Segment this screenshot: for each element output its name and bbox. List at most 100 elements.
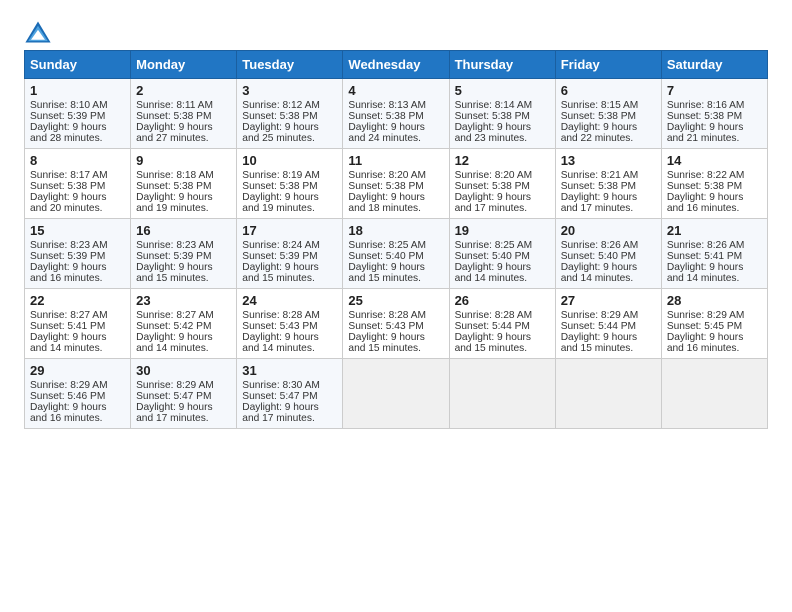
sunrise-text: Sunrise: 8:20 AM bbox=[455, 170, 533, 181]
sunset-text: Sunset: 5:38 PM bbox=[561, 111, 636, 122]
calendar-week-row: 29 Sunrise: 8:29 AM Sunset: 5:46 PM Dayl… bbox=[25, 359, 768, 429]
day-number: 10 bbox=[242, 153, 337, 168]
sunset-text: Sunset: 5:41 PM bbox=[30, 321, 105, 332]
day-number: 24 bbox=[242, 293, 337, 308]
day-number: 14 bbox=[667, 153, 762, 168]
day-number: 21 bbox=[667, 223, 762, 238]
calendar-cell: 1 Sunrise: 8:10 AM Sunset: 5:39 PM Dayli… bbox=[25, 79, 131, 149]
calendar-cell: 16 Sunrise: 8:23 AM Sunset: 5:39 PM Dayl… bbox=[131, 219, 237, 289]
sunrise-text: Sunrise: 8:25 AM bbox=[455, 240, 533, 251]
header bbox=[24, 20, 768, 44]
day-number: 19 bbox=[455, 223, 550, 238]
daylight-text: Daylight: 9 hours and 14 minutes. bbox=[136, 332, 212, 354]
calendar-cell bbox=[661, 359, 767, 429]
day-number: 23 bbox=[136, 293, 231, 308]
daylight-text: Daylight: 9 hours and 17 minutes. bbox=[136, 402, 212, 424]
sunset-text: Sunset: 5:44 PM bbox=[561, 321, 636, 332]
day-number: 5 bbox=[455, 83, 550, 98]
day-number: 29 bbox=[30, 363, 125, 378]
daylight-text: Daylight: 9 hours and 25 minutes. bbox=[242, 122, 318, 144]
daylight-text: Daylight: 9 hours and 14 minutes. bbox=[30, 332, 106, 354]
daylight-text: Daylight: 9 hours and 14 minutes. bbox=[561, 262, 637, 284]
daylight-text: Daylight: 9 hours and 15 minutes. bbox=[242, 262, 318, 284]
calendar-cell: 21 Sunrise: 8:26 AM Sunset: 5:41 PM Dayl… bbox=[661, 219, 767, 289]
day-number: 26 bbox=[455, 293, 550, 308]
calendar-cell: 17 Sunrise: 8:24 AM Sunset: 5:39 PM Dayl… bbox=[237, 219, 343, 289]
sunset-text: Sunset: 5:39 PM bbox=[30, 251, 105, 262]
daylight-text: Daylight: 9 hours and 15 minutes. bbox=[136, 262, 212, 284]
calendar-cell: 5 Sunrise: 8:14 AM Sunset: 5:38 PM Dayli… bbox=[449, 79, 555, 149]
calendar-cell: 27 Sunrise: 8:29 AM Sunset: 5:44 PM Dayl… bbox=[555, 289, 661, 359]
sunrise-text: Sunrise: 8:15 AM bbox=[561, 100, 639, 111]
calendar-cell: 7 Sunrise: 8:16 AM Sunset: 5:38 PM Dayli… bbox=[661, 79, 767, 149]
sunrise-text: Sunrise: 8:23 AM bbox=[136, 240, 214, 251]
sunset-text: Sunset: 5:38 PM bbox=[348, 111, 423, 122]
sunrise-text: Sunrise: 8:21 AM bbox=[561, 170, 639, 181]
sunset-text: Sunset: 5:47 PM bbox=[242, 391, 317, 402]
day-number: 17 bbox=[242, 223, 337, 238]
sunrise-text: Sunrise: 8:28 AM bbox=[242, 310, 320, 321]
daylight-text: Daylight: 9 hours and 23 minutes. bbox=[455, 122, 531, 144]
calendar-cell: 18 Sunrise: 8:25 AM Sunset: 5:40 PM Dayl… bbox=[343, 219, 449, 289]
sunrise-text: Sunrise: 8:29 AM bbox=[561, 310, 639, 321]
calendar-cell: 24 Sunrise: 8:28 AM Sunset: 5:43 PM Dayl… bbox=[237, 289, 343, 359]
daylight-text: Daylight: 9 hours and 14 minutes. bbox=[242, 332, 318, 354]
sunrise-text: Sunrise: 8:13 AM bbox=[348, 100, 426, 111]
calendar-cell: 25 Sunrise: 8:28 AM Sunset: 5:43 PM Dayl… bbox=[343, 289, 449, 359]
daylight-text: Daylight: 9 hours and 15 minutes. bbox=[348, 332, 424, 354]
sunset-text: Sunset: 5:40 PM bbox=[348, 251, 423, 262]
sunrise-text: Sunrise: 8:12 AM bbox=[242, 100, 320, 111]
sunset-text: Sunset: 5:44 PM bbox=[455, 321, 530, 332]
calendar-week-row: 15 Sunrise: 8:23 AM Sunset: 5:39 PM Dayl… bbox=[25, 219, 768, 289]
sunrise-text: Sunrise: 8:29 AM bbox=[30, 380, 108, 391]
daylight-text: Daylight: 9 hours and 27 minutes. bbox=[136, 122, 212, 144]
calendar-day-header: Sunday bbox=[25, 51, 131, 79]
calendar-cell: 29 Sunrise: 8:29 AM Sunset: 5:46 PM Dayl… bbox=[25, 359, 131, 429]
day-number: 20 bbox=[561, 223, 656, 238]
calendar-cell: 12 Sunrise: 8:20 AM Sunset: 5:38 PM Dayl… bbox=[449, 149, 555, 219]
day-number: 25 bbox=[348, 293, 443, 308]
day-number: 31 bbox=[242, 363, 337, 378]
calendar-cell: 22 Sunrise: 8:27 AM Sunset: 5:41 PM Dayl… bbox=[25, 289, 131, 359]
daylight-text: Daylight: 9 hours and 20 minutes. bbox=[30, 192, 106, 214]
sunset-text: Sunset: 5:43 PM bbox=[242, 321, 317, 332]
calendar-cell bbox=[343, 359, 449, 429]
sunset-text: Sunset: 5:46 PM bbox=[30, 391, 105, 402]
daylight-text: Daylight: 9 hours and 15 minutes. bbox=[455, 332, 531, 354]
sunrise-text: Sunrise: 8:26 AM bbox=[561, 240, 639, 251]
calendar-cell: 14 Sunrise: 8:22 AM Sunset: 5:38 PM Dayl… bbox=[661, 149, 767, 219]
calendar-cell: 4 Sunrise: 8:13 AM Sunset: 5:38 PM Dayli… bbox=[343, 79, 449, 149]
sunset-text: Sunset: 5:38 PM bbox=[136, 111, 211, 122]
daylight-text: Daylight: 9 hours and 28 minutes. bbox=[30, 122, 106, 144]
calendar-cell: 9 Sunrise: 8:18 AM Sunset: 5:38 PM Dayli… bbox=[131, 149, 237, 219]
sunrise-text: Sunrise: 8:20 AM bbox=[348, 170, 426, 181]
calendar-week-row: 1 Sunrise: 8:10 AM Sunset: 5:39 PM Dayli… bbox=[25, 79, 768, 149]
day-number: 3 bbox=[242, 83, 337, 98]
calendar-day-header: Thursday bbox=[449, 51, 555, 79]
calendar-cell: 26 Sunrise: 8:28 AM Sunset: 5:44 PM Dayl… bbox=[449, 289, 555, 359]
sunset-text: Sunset: 5:42 PM bbox=[136, 321, 211, 332]
logo-icon bbox=[24, 20, 52, 44]
sunrise-text: Sunrise: 8:19 AM bbox=[242, 170, 320, 181]
day-number: 27 bbox=[561, 293, 656, 308]
sunset-text: Sunset: 5:39 PM bbox=[242, 251, 317, 262]
day-number: 8 bbox=[30, 153, 125, 168]
sunrise-text: Sunrise: 8:24 AM bbox=[242, 240, 320, 251]
day-number: 1 bbox=[30, 83, 125, 98]
daylight-text: Daylight: 9 hours and 18 minutes. bbox=[348, 192, 424, 214]
calendar-cell: 20 Sunrise: 8:26 AM Sunset: 5:40 PM Dayl… bbox=[555, 219, 661, 289]
calendar-day-header: Saturday bbox=[661, 51, 767, 79]
sunrise-text: Sunrise: 8:29 AM bbox=[136, 380, 214, 391]
sunrise-text: Sunrise: 8:27 AM bbox=[136, 310, 214, 321]
day-number: 11 bbox=[348, 153, 443, 168]
sunset-text: Sunset: 5:39 PM bbox=[30, 111, 105, 122]
daylight-text: Daylight: 9 hours and 15 minutes. bbox=[348, 262, 424, 284]
sunrise-text: Sunrise: 8:10 AM bbox=[30, 100, 108, 111]
daylight-text: Daylight: 9 hours and 19 minutes. bbox=[242, 192, 318, 214]
sunset-text: Sunset: 5:40 PM bbox=[455, 251, 530, 262]
daylight-text: Daylight: 9 hours and 14 minutes. bbox=[667, 262, 743, 284]
calendar-week-row: 8 Sunrise: 8:17 AM Sunset: 5:38 PM Dayli… bbox=[25, 149, 768, 219]
calendar-cell: 23 Sunrise: 8:27 AM Sunset: 5:42 PM Dayl… bbox=[131, 289, 237, 359]
sunrise-text: Sunrise: 8:26 AM bbox=[667, 240, 745, 251]
calendar-cell: 13 Sunrise: 8:21 AM Sunset: 5:38 PM Dayl… bbox=[555, 149, 661, 219]
